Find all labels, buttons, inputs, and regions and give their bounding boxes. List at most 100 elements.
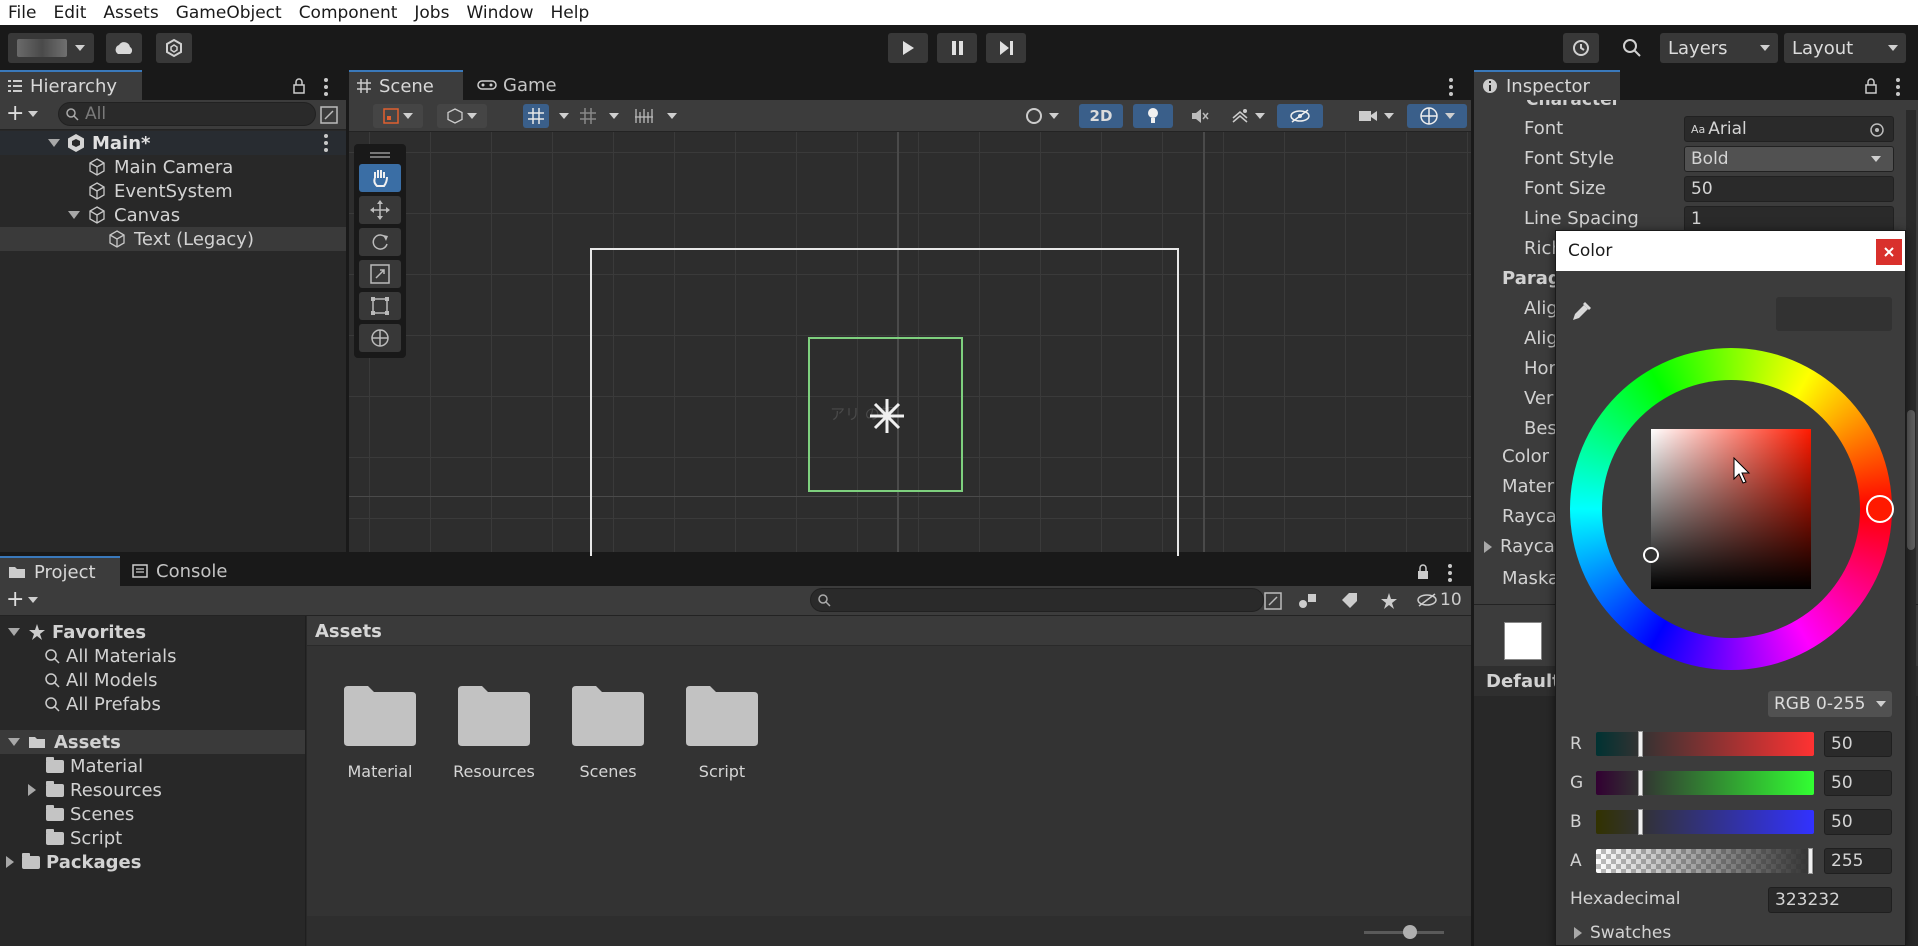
move-tool-button[interactable] [359,196,401,224]
assets-row[interactable]: Assets [0,730,305,754]
menu-jobs[interactable]: Jobs [406,3,458,23]
play-button[interactable] [888,33,928,63]
hue-marker[interactable] [1866,495,1894,523]
scene-viewport[interactable]: アリ の朝 [349,132,1471,581]
text-rect[interactable]: アリ の朝 [808,337,963,492]
lighting-toggle-button[interactable] [1133,104,1173,128]
camera-button[interactable] [1351,104,1401,128]
hierarchy-item[interactable]: Canvas [68,203,180,227]
layers-dropdown[interactable]: Layers [1660,33,1778,63]
hierarchy-item[interactable]: EventSystem [88,179,233,203]
menu-gameobject[interactable]: GameObject [168,3,291,23]
asset-folder-item[interactable]: Script [46,826,122,850]
object-picker-icon[interactable] [1869,122,1885,138]
saturation-value-square[interactable] [1651,429,1811,589]
channel-a-slider[interactable] [1596,848,1814,874]
tab-project[interactable]: Project [0,556,120,586]
snap-increment-button[interactable] [575,104,601,128]
channel-b-input[interactable]: 50 [1824,809,1892,835]
hex-input[interactable]: 323232 [1768,887,1892,913]
scene-row[interactable]: Main* [0,131,346,155]
lock-icon[interactable] [1864,78,1878,94]
label-icon[interactable] [1340,592,1358,610]
favorite-item[interactable]: All Prefabs [44,692,161,716]
channel-g-handle[interactable] [1638,770,1643,796]
effects-button[interactable] [1223,104,1273,128]
font-field[interactable]: Aa Arial [1684,116,1894,142]
channel-g-slider[interactable] [1596,770,1814,796]
search-button[interactable] [1614,33,1650,63]
channel-b-slider[interactable] [1596,809,1814,835]
rect-tool-button[interactable] [359,292,401,320]
account-button[interactable] [8,33,94,63]
pause-button[interactable] [937,33,977,63]
menu-component[interactable]: Component [291,3,407,23]
more-icon[interactable] [1449,78,1453,99]
chevron-down-icon[interactable] [609,113,619,119]
font-size-input[interactable]: 50 [1684,176,1894,202]
sky-button[interactable] [1017,104,1067,128]
project-search-input[interactable] [810,588,1264,612]
close-button[interactable] [1876,239,1902,265]
hand-tool-button[interactable] [359,164,401,192]
property-foldout[interactable]: Rayca [1484,536,1555,557]
collab-button[interactable] [156,33,192,63]
grid-snap-button[interactable] [523,104,549,128]
gizmos-button[interactable] [1407,104,1467,128]
add-button[interactable]: + [6,103,39,125]
font-style-dropdown[interactable]: Bold [1684,146,1894,172]
filter-type-icon[interactable] [1298,592,1318,610]
channel-r-input[interactable]: 50 [1824,731,1892,757]
lock-icon[interactable] [1416,564,1430,580]
chevron-down-icon[interactable] [559,113,569,119]
ruler-button[interactable] [631,104,657,128]
hierarchy-item[interactable]: Text (Legacy) [0,227,346,251]
tab-game[interactable]: Game [469,70,579,100]
channel-b-handle[interactable] [1638,809,1643,835]
channel-a-input[interactable]: 255 [1824,848,1892,874]
channel-r-slider[interactable] [1596,731,1814,757]
hierarchy-search-input[interactable]: All [58,102,316,126]
tab-scene[interactable]: Scene [349,70,463,100]
chevron-down-icon[interactable] [667,113,677,119]
favorites-row[interactable]: Favorites [8,620,146,644]
menu-edit[interactable]: Edit [45,3,95,23]
tab-hierarchy[interactable]: Hierarchy [0,70,142,100]
inspector-scrollbar[interactable] [1906,110,1916,730]
shading-button[interactable] [437,104,487,128]
transform-tool-button[interactable] [359,324,401,352]
packages-row[interactable]: Packages [6,850,141,874]
lock-icon[interactable] [292,78,306,94]
create-button[interactable]: + [6,589,39,611]
zoom-slider-handle[interactable] [1403,925,1417,939]
star-icon[interactable] [1380,592,1398,610]
layout-dropdown[interactable]: Layout [1784,33,1906,63]
more-icon[interactable] [324,78,328,99]
line-spacing-input[interactable]: 1 [1684,206,1894,232]
channel-g-input[interactable]: 50 [1824,770,1892,796]
asset-folder-item[interactable]: Scenes [46,802,134,826]
hierarchy-item[interactable]: Main Camera [88,155,233,179]
search-scope-icon[interactable] [1264,592,1282,610]
favorite-item[interactable]: All Materials [44,644,177,668]
color-mode-dropdown[interactable]: RGB 0-255 [1768,691,1892,717]
more-icon[interactable] [1896,78,1900,99]
favorite-item[interactable]: All Models [44,668,157,692]
eyedropper-icon[interactable] [1570,299,1594,323]
menu-file[interactable]: File [0,3,45,23]
scene-visibility-toggle[interactable] [1277,104,1323,128]
channel-r-handle[interactable] [1638,731,1643,757]
breadcrumb-assets[interactable]: Assets [315,621,382,642]
rotate-tool-button[interactable] [359,228,401,256]
more-icon[interactable] [324,134,328,155]
audio-toggle-button[interactable] [1183,104,1217,128]
tab-inspector[interactable]: Inspector [1474,70,1620,100]
swatches-foldout[interactable]: Swatches [1574,923,1671,943]
2d-toggle-button[interactable]: 2D [1079,104,1123,128]
draw-mode-button[interactable] [373,104,423,128]
step-button[interactable] [986,33,1026,63]
history-button[interactable] [1563,33,1599,63]
asset-folder-item[interactable]: Material [46,754,143,778]
menu-help[interactable]: Help [542,3,598,23]
asset-folder-item[interactable]: Resources [28,778,162,802]
